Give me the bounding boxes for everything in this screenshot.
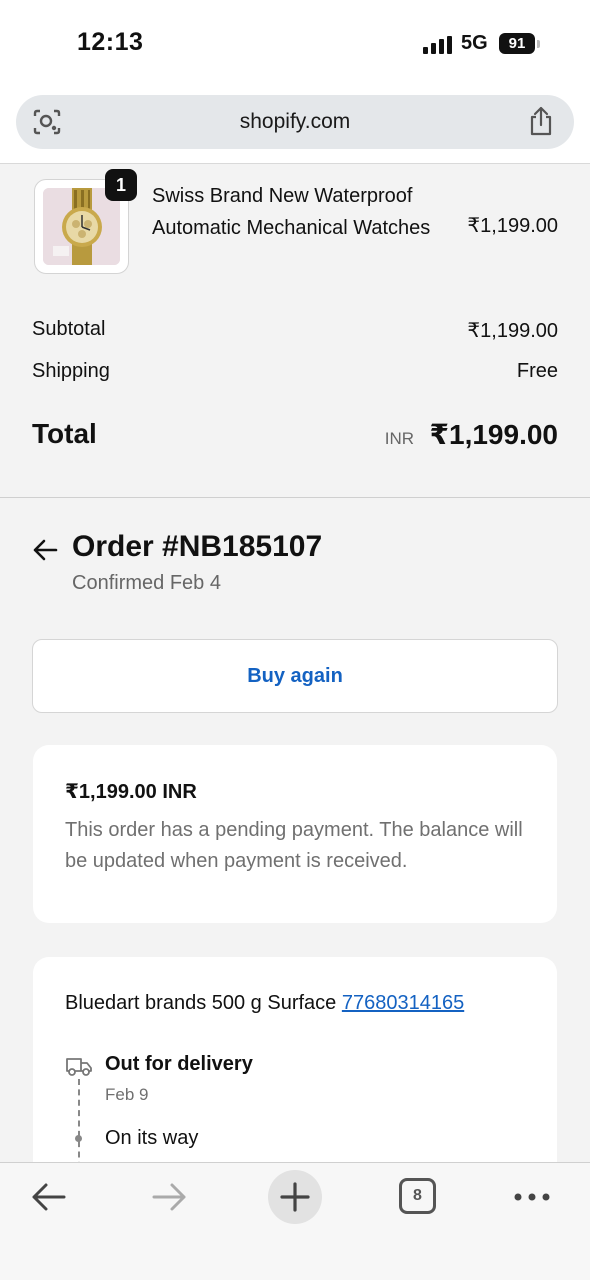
- buy-again-button[interactable]: Buy again: [32, 639, 558, 713]
- arrow-left-icon[interactable]: [32, 538, 58, 562]
- event-title: On its way: [105, 1127, 199, 1149]
- plus-icon: [280, 1182, 310, 1212]
- shipment-card: Bluedart brands 500 g Surface 7768031416…: [33, 957, 557, 1199]
- quantity-badge: 1: [105, 169, 137, 201]
- product-name: Swiss Brand New Waterproof Automatic Mec…: [152, 185, 431, 239]
- carrier-info: Bluedart brands 500 g Surface 7768031416…: [65, 992, 464, 1015]
- order-title: Order #NB185107: [72, 530, 323, 563]
- address-bar[interactable]: shopify.com: [16, 95, 574, 149]
- signal-icon: [423, 36, 452, 54]
- total-currency: INR: [384, 429, 414, 448]
- tabs-button[interactable]: 8: [399, 1178, 436, 1214]
- network-type: 5G: [461, 32, 488, 54]
- order-summary: 1 Swiss Brand New Waterproof Automatic M…: [0, 165, 590, 498]
- total-label: Total: [32, 418, 97, 449]
- total-value: ₹1,199.00: [429, 419, 558, 450]
- subtotal-value: ₹1,199.00: [467, 320, 558, 342]
- browser-toolbar: 8: [0, 1162, 590, 1280]
- shipping-label: Shipping: [32, 360, 110, 382]
- url-text: shopify.com: [239, 110, 351, 133]
- order-status: Confirmed Feb 4: [72, 572, 221, 594]
- battery-tip: [537, 40, 540, 48]
- payment-amount: ₹1,199.00 INR: [65, 781, 197, 803]
- share-icon[interactable]: [528, 106, 554, 136]
- tracking-link[interactable]: 77680314165: [342, 992, 464, 1014]
- timeline-dot: [75, 1135, 82, 1142]
- event-title: Out for delivery: [105, 1053, 253, 1075]
- back-icon[interactable]: [28, 1177, 68, 1217]
- more-icon[interactable]: [512, 1177, 552, 1217]
- battery-icon: 91: [499, 33, 535, 54]
- status-time: 12:13: [77, 28, 144, 56]
- payment-note: This order has a pending payment. The ba…: [65, 819, 523, 872]
- browser-header: shopify.com: [0, 88, 590, 164]
- new-tab-button[interactable]: [268, 1170, 322, 1224]
- event-date: Feb 9: [105, 1085, 149, 1104]
- shipping-value: Free: [516, 360, 558, 382]
- payment-card: ₹1,199.00 INR This order has a pending p…: [33, 745, 557, 923]
- truck-icon: [66, 1058, 92, 1076]
- subtotal-label: Subtotal: [32, 318, 106, 340]
- carrier-text: Bluedart brands 500 g Surface: [65, 992, 337, 1014]
- status-bar: 12:13 5G 91: [0, 0, 590, 88]
- product-price: ₹1,199.00: [467, 215, 558, 237]
- forward-icon[interactable]: [150, 1177, 190, 1217]
